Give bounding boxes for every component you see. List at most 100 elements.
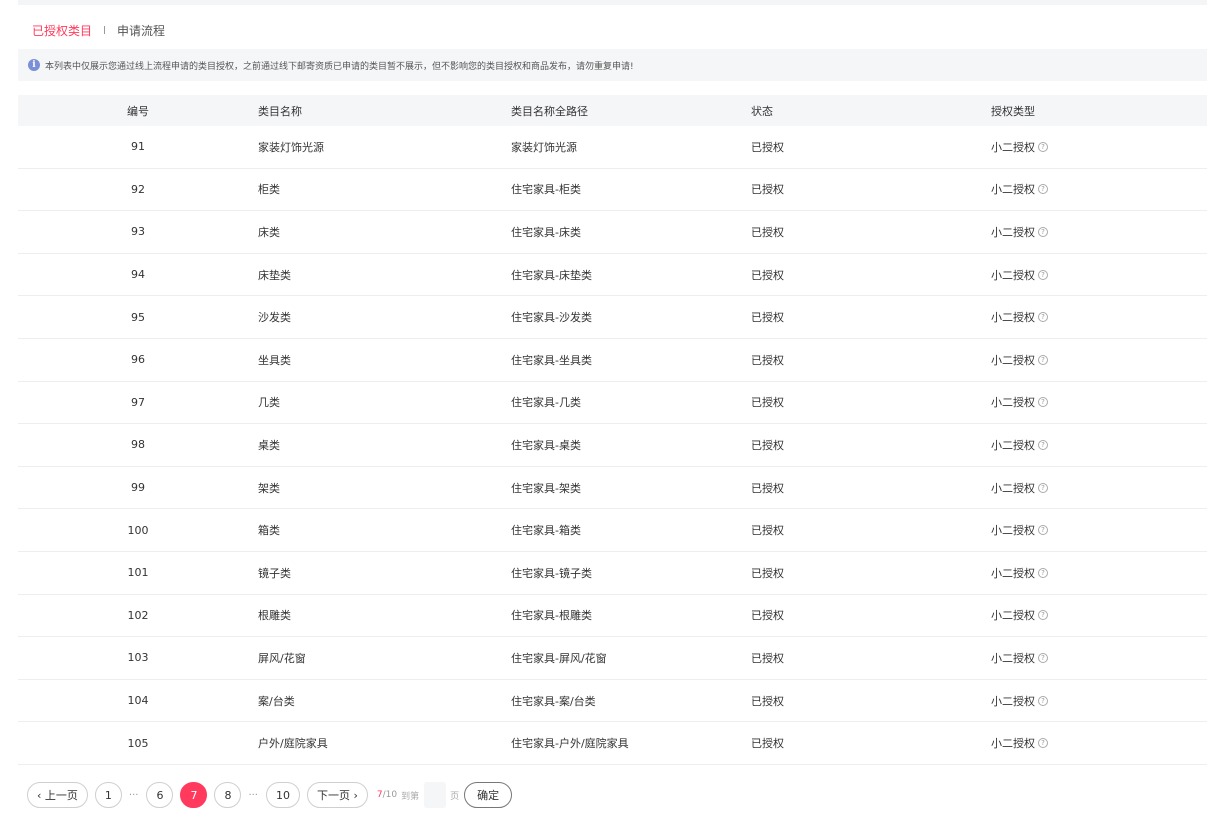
next-page-button[interactable]: 下一页 › [307, 782, 368, 808]
cell-name: 坐具类 [258, 353, 291, 367]
cell-id: 105 [127, 736, 149, 750]
help-icon[interactable]: ? [1038, 312, 1048, 323]
header-path: 类目名称全路径 [511, 104, 588, 118]
help-icon[interactable]: ? [1038, 184, 1048, 195]
page-1-button[interactable]: 1 [94, 782, 122, 808]
table-row: 96 坐具类 住宅家具-坐具类 已授权 小二授权? [18, 339, 1207, 382]
cell-name: 镜子类 [258, 566, 291, 580]
table-row: 99 架类 住宅家具-架类 已授权 小二授权? [18, 467, 1207, 510]
cell-path: 家装灯饰光源 [511, 140, 577, 154]
tab-application-process[interactable]: 申请流程 [117, 22, 165, 39]
page-7-button[interactable]: 7 [180, 782, 208, 808]
cell-name: 沙发类 [258, 311, 291, 325]
notice-banner: i 本列表中仅展示您通过线上流程申请的类目授权，之前通过线下邮寄资质已申请的类目… [18, 49, 1207, 81]
cell-name: 几类 [258, 396, 280, 410]
tab-divider [104, 26, 106, 34]
help-icon[interactable]: ? [1038, 610, 1048, 621]
info-icon: i [28, 59, 40, 71]
cell-type: 小二授权? [991, 437, 1207, 453]
page-6-button[interactable]: 6 [146, 782, 174, 808]
help-icon[interactable]: ? [1038, 567, 1048, 578]
cell-type-label: 小二授权 [991, 183, 1035, 197]
help-icon[interactable]: ? [1038, 738, 1048, 749]
cell-name: 柜类 [258, 183, 280, 197]
cell-id: 93 [131, 225, 145, 239]
cell-name: 箱类 [258, 524, 280, 538]
goto-page-input[interactable] [424, 782, 447, 808]
cell-status: 已授权 [751, 609, 784, 623]
cell-name: 根雕类 [258, 609, 291, 623]
cell-name: 户外/庭院家具 [258, 737, 328, 751]
category-table: 编号 类目名称 类目名称全路径 状态 授权类型 91 家装灯饰光源 家装灯饰光源已授… [18, 95, 1207, 765]
table-row: 91 家装灯饰光源 家装灯饰光源 已授权 小二授权? [18, 126, 1207, 169]
cell-type-label: 小二授权 [991, 396, 1035, 410]
help-icon[interactable]: ? [1038, 354, 1048, 365]
cell-type: 小二授权? [991, 139, 1207, 155]
cell-type-label: 小二授权 [991, 566, 1035, 580]
cell-path: 住宅家具-根雕类 [511, 609, 592, 623]
cell-type-label: 小二授权 [991, 524, 1035, 538]
cell-status: 已授权 [751, 566, 784, 580]
cell-name: 家装灯饰光源 [258, 140, 324, 154]
page-8-button[interactable]: 8 [214, 782, 242, 808]
help-icon[interactable]: ? [1038, 652, 1048, 663]
cell-path: 住宅家具-屏风/花窗 [511, 651, 607, 665]
cell-name: 案/台类 [258, 694, 295, 708]
help-icon[interactable]: ? [1038, 226, 1048, 237]
cell-id: 102 [127, 608, 149, 622]
page-10-button[interactable]: 10 [266, 782, 300, 808]
goto-label: 到第 [401, 791, 420, 802]
cell-type: 小二授权? [991, 181, 1207, 197]
notice-text: 本列表中仅展示您通过线上流程申请的类目授权，之前通过线下邮寄资质已申请的类目暂不… [45, 61, 634, 72]
ellipsis-left: ··· [128, 789, 139, 801]
cell-path: 住宅家具-几类 [511, 396, 581, 410]
cell-type-label: 小二授权 [991, 737, 1035, 751]
help-icon[interactable]: ? [1038, 397, 1048, 408]
cell-status: 已授权 [751, 353, 784, 367]
table-row: 102 根雕类 住宅家具-根雕类 已授权 小二授权? [18, 595, 1207, 638]
cell-type: 小二授权? [991, 607, 1207, 623]
header-status: 状态 [751, 104, 773, 118]
table-row: 95 沙发类 住宅家具-沙发类 已授权 小二授权? [18, 296, 1207, 339]
cell-path: 住宅家具-床垫类 [511, 268, 592, 282]
prev-page-button[interactable]: ‹ 上一页 [27, 782, 88, 808]
header-type: 授权类型 [991, 104, 1035, 118]
cell-path: 住宅家具-桌类 [511, 438, 581, 452]
cell-id: 95 [131, 310, 145, 324]
cell-path: 住宅家具-案/台类 [511, 694, 596, 708]
help-icon[interactable]: ? [1038, 439, 1048, 450]
help-icon[interactable]: ? [1038, 695, 1048, 706]
table-body: 91 家装灯饰光源 家装灯饰光源 已授权 小二授权? 92 柜类 住宅家具-柜类 已授权 小二授权… [18, 126, 1207, 765]
confirm-button[interactable]: 确定 [464, 782, 513, 808]
table-row: 92 柜类 住宅家具-柜类 已授权 小二授权? [18, 169, 1207, 212]
cell-status: 已授权 [751, 694, 784, 708]
cell-id: 91 [131, 140, 145, 154]
tab-bar: 已授权类目 申请流程 [32, 20, 165, 40]
cell-path: 住宅家具-坐具类 [511, 353, 592, 367]
cell-name: 床类 [258, 225, 280, 239]
cell-type-label: 小二授权 [991, 140, 1035, 154]
page-info: 7/10 [377, 790, 397, 800]
cell-type-label: 小二授权 [991, 438, 1035, 452]
help-icon[interactable]: ? [1038, 141, 1048, 152]
cell-id: 101 [127, 566, 149, 580]
cell-type-label: 小二授权 [991, 225, 1035, 239]
cell-type-label: 小二授权 [991, 609, 1035, 623]
help-icon[interactable]: ? [1038, 525, 1048, 536]
cell-id: 103 [127, 651, 149, 665]
cell-type-label: 小二授权 [991, 694, 1035, 708]
cell-id: 99 [131, 481, 145, 495]
table-header: 编号 类目名称 类目名称全路径 状态 授权类型 [18, 95, 1207, 126]
cell-type-label: 小二授权 [991, 268, 1035, 282]
tab-authorized-categories[interactable]: 已授权类目 [32, 22, 92, 39]
cell-status: 已授权 [751, 183, 784, 197]
cell-path: 住宅家具-床类 [511, 225, 581, 239]
ellipsis-right: ··· [248, 789, 258, 801]
cell-path: 住宅家具-柜类 [511, 183, 581, 197]
cell-type-label: 小二授权 [991, 353, 1035, 367]
help-icon[interactable]: ? [1038, 269, 1048, 280]
table-row: 103 屏风/花窗 住宅家具-屏风/花窗 已授权 小二授权? [18, 637, 1207, 680]
help-icon[interactable]: ? [1038, 482, 1048, 493]
page-unit-label: 页 [450, 791, 460, 802]
cell-id: 98 [131, 438, 145, 452]
